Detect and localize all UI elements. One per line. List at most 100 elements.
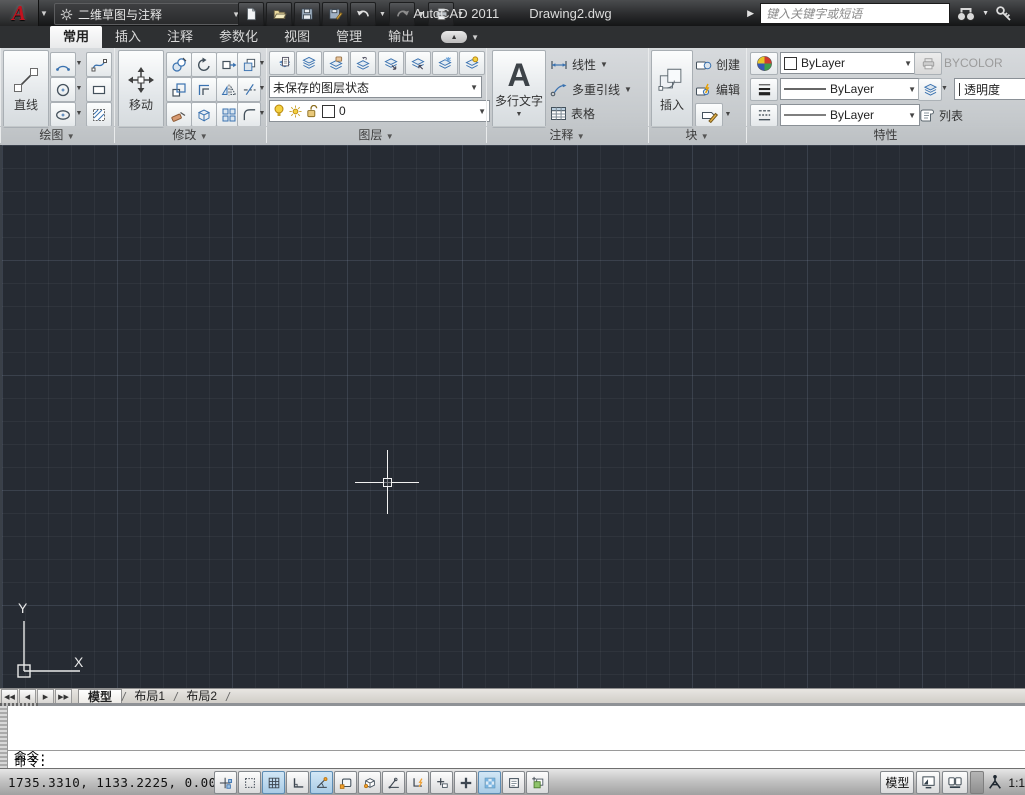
rotate-button[interactable] — [191, 52, 217, 77]
rectangle-button[interactable] — [86, 77, 112, 102]
new-file-button[interactable] — [238, 2, 264, 26]
insert-block-button[interactable]: 插入 — [651, 50, 693, 128]
arc-caret-icon[interactable]: ▼ — [74, 52, 84, 75]
command-window[interactable]: 命令: 命令: _CustomerInvolvementProgram 命令: — [0, 703, 1025, 771]
drawing-canvas[interactable]: Y X — [0, 145, 1025, 688]
search-binoculars-icon[interactable] — [956, 6, 976, 22]
linetype-dropdown[interactable]: ByLayer ▼ — [780, 104, 920, 126]
3d-object-snap-toggle[interactable] — [358, 771, 381, 794]
circle-button[interactable] — [50, 77, 76, 102]
list-item[interactable]: 列表 — [918, 107, 963, 124]
lineweight-button[interactable] — [750, 78, 778, 101]
prev-layout-button[interactable]: ◀ — [19, 689, 36, 704]
layer-unisolate-button[interactable] — [405, 51, 431, 75]
tab-output[interactable]: 输出 — [375, 26, 427, 48]
lineweight-dropdown[interactable]: ByLayer ▼ — [780, 78, 920, 100]
undo-button[interactable] — [350, 2, 376, 26]
infocenter-collapse-icon[interactable]: ▶ — [747, 8, 754, 19]
multileader-item[interactable]: 多重引线 ▼ — [550, 81, 632, 98]
lineweight-display-toggle[interactable] — [454, 771, 477, 794]
qat-menu-caret-icon[interactable]: ▼ — [456, 3, 465, 25]
layer-freeze-button[interactable] — [432, 51, 458, 75]
tab-parametric[interactable]: 参数化 — [206, 26, 271, 48]
grid-display-toggle[interactable] — [262, 771, 285, 794]
search-input[interactable] — [760, 3, 950, 24]
next-layout-button[interactable]: ▶ — [37, 689, 54, 704]
application-menu-button[interactable]: A — [0, 0, 39, 26]
workspace-dropdown[interactable]: 二维草图与注释 ▼ — [54, 3, 246, 25]
layer-unlock-icon[interactable] — [306, 105, 318, 118]
tab-view[interactable]: 视图 — [271, 26, 323, 48]
ribbon-options-caret-icon[interactable]: ▼ — [471, 33, 479, 42]
panel-title-modify[interactable]: 修改 ▼ — [114, 126, 266, 143]
open-file-button[interactable] — [266, 2, 292, 26]
layer-on-bulb-icon[interactable] — [273, 104, 285, 118]
infer-constraints-toggle[interactable] — [214, 771, 237, 794]
panel-title-layers[interactable]: 图层 ▼ — [266, 126, 486, 143]
fillet-caret-icon[interactable]: ▼ — [258, 102, 266, 125]
tab-annotate[interactable]: 注释 — [154, 26, 206, 48]
circle-caret-icon[interactable]: ▼ — [74, 77, 84, 100]
erase-button[interactable] — [166, 102, 192, 127]
annotation-scale-icon[interactable] — [986, 774, 1004, 791]
snap-mode-toggle[interactable] — [238, 771, 261, 794]
color-dropdown[interactable]: ByLayer ▼ — [780, 52, 916, 74]
quick-view-drawings-button[interactable] — [942, 771, 968, 794]
tab-insert[interactable]: 插入 — [102, 26, 154, 48]
copy-button[interactable] — [166, 52, 192, 77]
layer-color-swatch[interactable] — [322, 105, 335, 118]
layer-match-button[interactable] — [296, 51, 322, 75]
layer-isolate-button[interactable] — [378, 51, 404, 75]
define-attributes-caret-icon[interactable]: ▼ — [723, 103, 733, 125]
ortho-mode-toggle[interactable] — [286, 771, 309, 794]
selection-cycling-toggle[interactable] — [526, 771, 549, 794]
offset-button[interactable] — [191, 77, 217, 102]
panel-title-draw[interactable]: 绘图 ▼ — [0, 126, 114, 143]
move-button[interactable]: 移动 — [118, 50, 164, 128]
annotation-scale-value[interactable]: 1:1 — [1008, 776, 1025, 790]
mtext-button[interactable]: A 多行文字 ▼ — [492, 50, 546, 128]
object-snap-toggle[interactable] — [334, 771, 357, 794]
signin-key-icon[interactable] — [995, 5, 1013, 22]
command-window-handle[interactable] — [0, 706, 8, 771]
table-item[interactable]: 表格 — [550, 105, 595, 122]
polyline-button[interactable] — [86, 52, 112, 77]
object-snap-tracking-toggle[interactable] — [382, 771, 405, 794]
create-block-item[interactable]: 创建 — [695, 56, 740, 73]
transparency-caret-icon[interactable]: ▼ — [940, 78, 949, 99]
transparency-layer-button[interactable] — [918, 78, 942, 101]
panel-title-block[interactable]: 块 ▼ — [648, 126, 746, 143]
quick-view-layouts-button[interactable] — [916, 771, 940, 794]
layer-dropdown[interactable]: 0 ▼ — [269, 100, 490, 122]
model-space-button[interactable]: 模型 — [880, 771, 914, 794]
undo-caret-icon[interactable]: ▼ — [378, 3, 387, 25]
copy-stack-caret-icon[interactable]: ▼ — [258, 52, 266, 75]
layer-thaw-sun-icon[interactable] — [289, 105, 302, 118]
panel-title-annotation[interactable]: 注释 ▼ — [486, 126, 648, 143]
arc-button[interactable] — [50, 52, 76, 77]
plot-style-button[interactable] — [914, 52, 942, 75]
edit-block-item[interactable]: 编辑 — [695, 81, 740, 98]
layer-previous-button[interactable] — [350, 51, 376, 75]
hatch-button[interactable] — [86, 102, 112, 127]
plot-button[interactable] — [428, 2, 454, 26]
search-options-caret-icon[interactable]: ▼ — [982, 10, 989, 17]
dynamic-ucs-toggle[interactable] — [406, 771, 429, 794]
define-attributes-button[interactable] — [695, 103, 723, 127]
multileader-caret-icon[interactable]: ▼ — [624, 85, 632, 94]
layer-properties-button[interactable] — [269, 51, 295, 75]
layer-change-current-button[interactable] — [323, 51, 349, 75]
dynamic-input-toggle[interactable] — [430, 771, 453, 794]
tab-layout2[interactable]: 布局2 — [177, 689, 226, 704]
ellipse-caret-icon[interactable]: ▼ — [74, 102, 84, 125]
linear-dimension-item[interactable]: 线性 ▼ — [550, 56, 608, 73]
linetype-button[interactable] — [750, 104, 778, 127]
minimize-ribbon-button[interactable]: ▲ — [441, 31, 467, 43]
polar-tracking-toggle[interactable] — [310, 771, 333, 794]
linear-caret-icon[interactable]: ▼ — [600, 60, 608, 69]
last-layout-button[interactable]: ▶▶ — [55, 689, 72, 704]
save-button[interactable] — [294, 2, 320, 26]
redo-button[interactable] — [389, 2, 415, 26]
ellipse-button[interactable] — [50, 102, 76, 127]
scale-button[interactable] — [166, 77, 192, 102]
